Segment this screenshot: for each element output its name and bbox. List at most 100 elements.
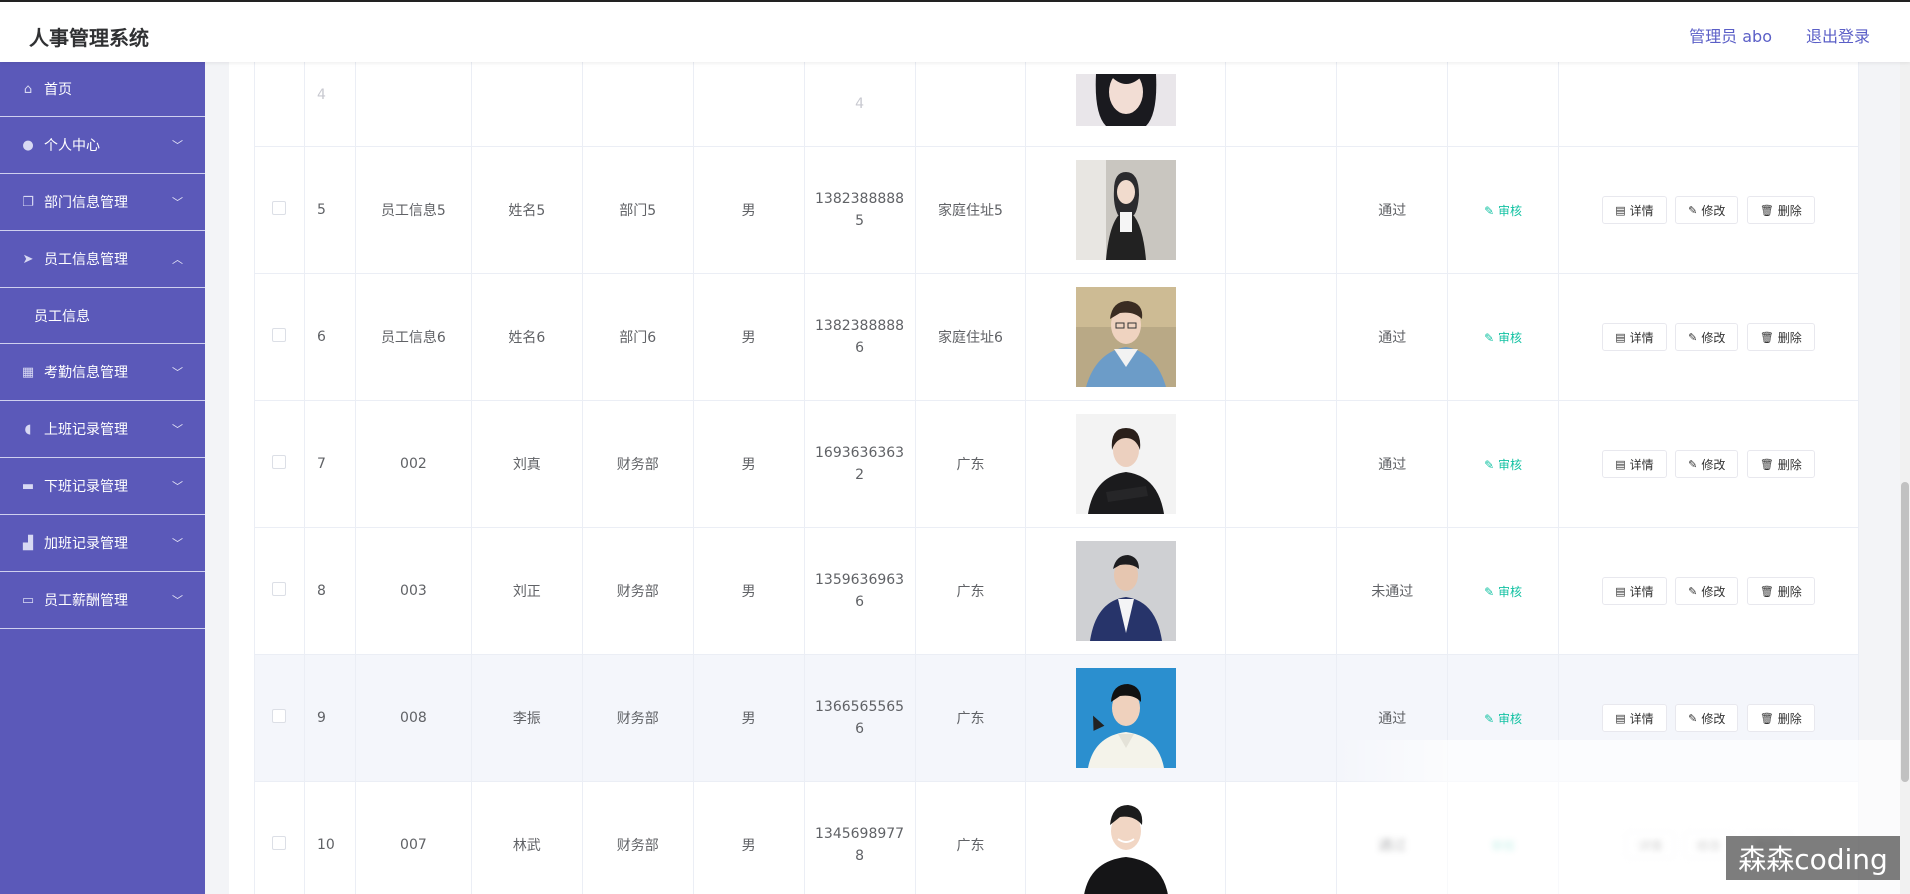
send-icon: ➤ (22, 251, 34, 267)
row-name: 刘正 (470, 527, 583, 655)
pencil-icon: ✎ (1688, 457, 1698, 471)
row-phone: 1359636963 6 (803, 527, 916, 655)
row-status: 未通过 (1336, 527, 1449, 655)
scrollbar-thumb[interactable] (1901, 482, 1909, 782)
delete-button[interactable]: 🗑 删除 (1746, 577, 1815, 605)
employee-photo (1075, 541, 1176, 641)
row-gender: 男 (692, 146, 805, 274)
review-button[interactable]: ✎ 审核 (1484, 585, 1522, 599)
row-actions: ▤ 详情 ✎ 修改 🗑 删除 (1558, 273, 1859, 401)
row-cell (1225, 527, 1338, 655)
document-icon: ▤ (1615, 711, 1626, 725)
row-department: 部门5 (581, 146, 694, 274)
table-row: 5 员工信息5 姓名5 部门5 男 1382388888 5 家庭住址5 通过 … (254, 146, 1859, 274)
table-row: 6 员工信息6 姓名6 部门6 男 1382388888 6 家庭住址6 通过 … (254, 273, 1859, 401)
chevron-down-icon: ﹀ (172, 366, 183, 379)
row-index: 6 (303, 273, 356, 401)
delete-button[interactable]: 🗑 删除 (1746, 196, 1815, 224)
table-row: 8 003 刘正 财务部 男 1359636963 6 广东 未通过 ✎ 审核 … (254, 527, 1859, 655)
row-employee-info: 007 (354, 781, 472, 894)
sidebar-item-salary[interactable]: ▭ 员工薪酬管理 ﹀ (0, 572, 205, 629)
sidebar-item-profile[interactable]: ● 个人中心 ﹀ (0, 117, 205, 174)
row-checkbox[interactable] (272, 328, 287, 342)
table-row: 7 002 刘真 财务部 男 1693636363 2 广东 通过 ✎ 审核 ▤… (254, 400, 1859, 528)
row-gender: 男 (692, 273, 805, 401)
sidebar-item-departments[interactable]: ❐ 部门信息管理 ﹀ (0, 174, 205, 231)
row-cell (1225, 781, 1338, 894)
row-status: 通过 (1336, 273, 1449, 401)
row-gender: 男 (692, 527, 805, 655)
row-checkbox-cell (254, 273, 305, 401)
home-icon: ⌂ (23, 81, 33, 97)
row-phone: 1693636363 2 (803, 400, 916, 528)
edit-button[interactable]: ✎ 修改 (1675, 450, 1739, 478)
row-index: 9 (303, 654, 356, 782)
row-actions: ▤ 详情 ✎ 修改 🗑 删除 (1558, 400, 1859, 528)
sidebar-subitem-employee-info[interactable]: 员工信息 (0, 288, 205, 344)
row-review-cell: ✎ 审核 (1447, 146, 1560, 274)
document-icon: ▤ (1615, 203, 1626, 217)
review-button[interactable]: ✎ 审核 (1484, 458, 1522, 472)
row-status: 通过 (1336, 400, 1449, 528)
detail-button[interactable]: ▤ 详情 (1602, 196, 1667, 224)
row-cell (1225, 654, 1338, 782)
sidebar-item-home[interactable]: ⌂ 首页 (0, 62, 205, 117)
row-phone: 1366565565 6 (803, 654, 916, 782)
row-employee-info: 员工信息6 (354, 273, 472, 401)
review-button[interactable]: ✎ 审核 (1484, 204, 1522, 218)
row-department: 财务部 (581, 400, 694, 528)
watermark: 森森coding (1726, 836, 1900, 880)
edit-icon: ✎ (1484, 584, 1499, 599)
sidebar-item-label: 部门信息管理 (44, 195, 128, 211)
detail-button[interactable]: ▤ 详情 (1602, 704, 1667, 732)
sidebar-item-clock-out[interactable]: ▬ 下班记录管理 ﹀ (0, 458, 205, 515)
edit-button[interactable]: ✎ 修改 (1675, 196, 1739, 224)
edit-button[interactable]: ✎ 修改 (1675, 704, 1739, 732)
pencil-icon: ✎ (1688, 330, 1698, 344)
row-photo-cell (1025, 273, 1227, 401)
row-review-cell: ✎ 审核 (1447, 527, 1560, 655)
trash-icon: 🗑 (1759, 330, 1774, 344)
logout-link[interactable]: 退出登录 (1806, 23, 1870, 47)
row-checkbox[interactable] (272, 709, 287, 723)
row-checkbox-cell (254, 654, 305, 782)
row-checkbox[interactable] (272, 455, 287, 469)
grid-icon: ▦ (21, 364, 35, 380)
detail-button[interactable]: ▤ 详情 (1602, 450, 1667, 478)
row-name: 林武 (470, 781, 583, 894)
scrollbar[interactable] (1900, 62, 1910, 894)
row-photo-cell (1025, 400, 1227, 528)
delete-button[interactable]: 🗑 删除 (1746, 323, 1815, 351)
row-employee-info: 008 (354, 654, 472, 782)
sidebar-item-clock-in[interactable]: ◖ 上班记录管理 ﹀ (0, 401, 205, 458)
detail-button[interactable]: ▤ 详情 (1602, 577, 1667, 605)
sidebar-item-attendance[interactable]: ▦ 考勤信息管理 ﹀ (0, 344, 205, 401)
sidebar-item-employees[interactable]: ➤ 员工信息管理 ︿ (0, 231, 205, 288)
row-photo-cell (1025, 781, 1227, 894)
row-photo-cell (1025, 654, 1227, 782)
pencil-icon: ✎ (1688, 203, 1698, 217)
sidebar-item-overtime[interactable]: ▟ 加班记录管理 ﹀ (0, 515, 205, 572)
row-index: 8 (303, 527, 356, 655)
row-photo-cell (1025, 146, 1227, 274)
edit-icon: ✎ (1484, 203, 1499, 218)
row-name: 姓名5 (470, 146, 583, 274)
review-button[interactable]: ✎ 审核 (1484, 712, 1522, 726)
row-employee-info: 003 (354, 527, 472, 655)
review-button[interactable]: ✎ 审核 (1484, 331, 1522, 345)
row-gender: 男 (692, 781, 805, 894)
current-user[interactable]: 管理员 abo (1689, 23, 1772, 47)
row-employee-info: 002 (354, 400, 472, 528)
edit-button[interactable]: ✎ 修改 (1675, 323, 1739, 351)
row-checkbox[interactable] (272, 836, 287, 850)
row-address: 广东 (914, 400, 1027, 528)
detail-button[interactable]: ▤ 详情 (1602, 323, 1667, 351)
row-checkbox[interactable] (272, 582, 287, 596)
row-address: 家庭住址6 (914, 273, 1027, 401)
row-checkbox[interactable] (272, 201, 287, 215)
delete-button[interactable]: 🗑 删除 (1746, 704, 1815, 732)
row-checkbox-cell (254, 527, 305, 655)
edit-button[interactable]: ✎ 修改 (1675, 577, 1739, 605)
delete-button[interactable]: 🗑 删除 (1746, 450, 1815, 478)
edit-icon: ✎ (1484, 330, 1499, 345)
